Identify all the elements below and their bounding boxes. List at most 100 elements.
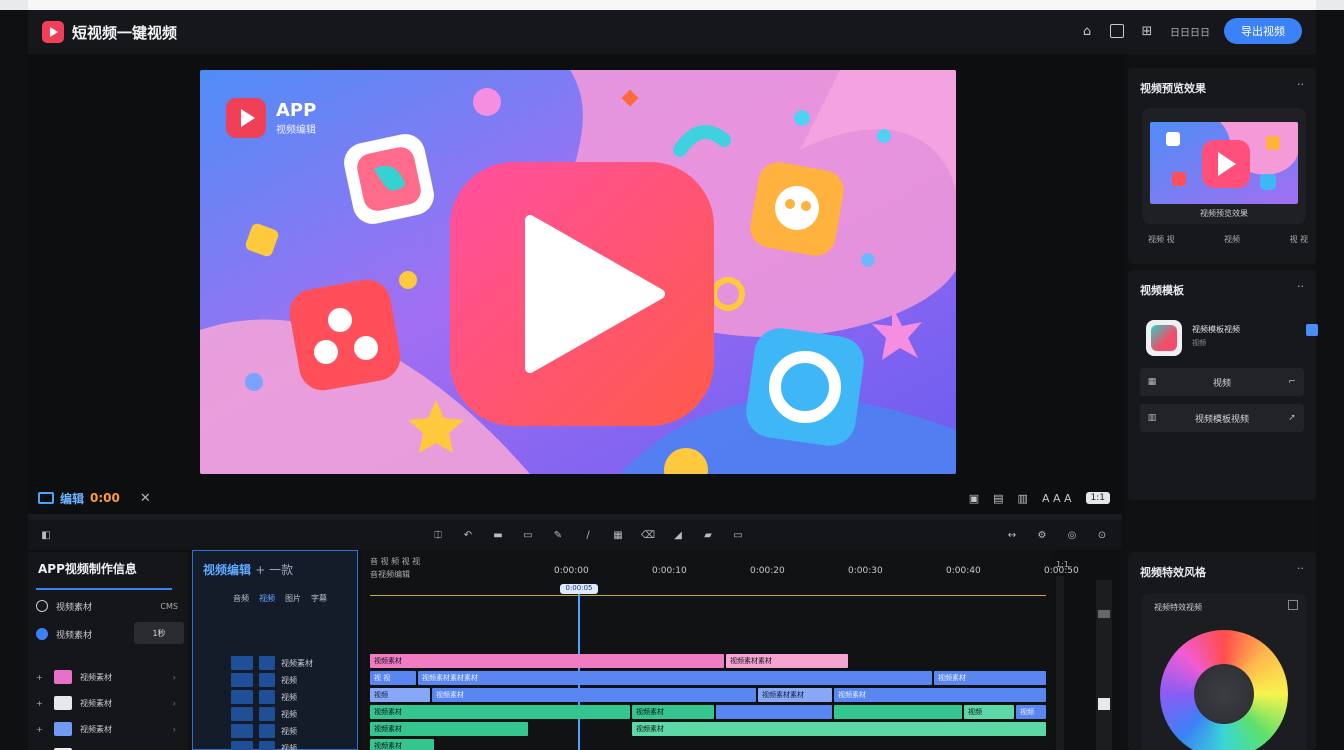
color-wheel-panel: 视频特效视频 [1142, 594, 1306, 750]
timeline-clip[interactable]: 视频 [370, 688, 430, 702]
plus-icon[interactable]: + [36, 699, 48, 708]
timeline-clip[interactable]: 视频素材 [632, 705, 714, 719]
timeline-clip[interactable]: 视频素材 [370, 722, 528, 736]
timeline-clip[interactable] [834, 705, 962, 719]
more-icon[interactable]: ·· [1297, 562, 1304, 575]
timeline-clip[interactable]: 视 视 [370, 671, 416, 685]
expand-icon[interactable] [1288, 600, 1298, 610]
template-toggle[interactable] [1306, 324, 1318, 336]
effect-thumb [259, 673, 275, 687]
timeline-clip[interactable]: 视频素材 [432, 688, 756, 702]
close-icon[interactable]: ✕ [140, 491, 151, 506]
ruler-time-label: 0:00:40 [946, 566, 981, 576]
color-wheel[interactable] [1160, 630, 1288, 750]
pen-icon[interactable]: ∕ [580, 527, 596, 543]
timeline-clip[interactable]: 视频素材 [834, 688, 1046, 702]
edit-label[interactable]: 编辑 [60, 490, 84, 507]
effect-label: 视频素材 [281, 658, 313, 668]
effects-column-tab[interactable]: 音频 [233, 593, 249, 604]
timeline-scrollbar[interactable] [1096, 580, 1112, 750]
video-canvas[interactable]: APP 视频编辑 [200, 70, 956, 474]
preview-action-1[interactable]: 视频 视 [1148, 234, 1175, 245]
timeline-clip[interactable]: 视频素材 [370, 739, 434, 750]
ruler-time-label: 0:00:10 [652, 566, 687, 576]
duration-chip[interactable]: 1秒 [134, 622, 184, 644]
media-item[interactable]: +视频素材› [36, 692, 186, 714]
timeline-vertical-scroll[interactable] [1056, 576, 1064, 750]
effects-row[interactable]: 视频素材 [231, 655, 355, 671]
screen-record-icon[interactable]: ▭ [730, 527, 746, 543]
timeline-clip[interactable]: 视频素材素材 [726, 654, 848, 668]
more-icon[interactable]: ·· [1297, 78, 1304, 91]
template-app-icon[interactable] [1146, 320, 1182, 356]
scroll-handle[interactable] [1098, 698, 1110, 710]
preview-thumbnail-card[interactable]: 视频预览效果 [1142, 108, 1306, 224]
address-bar[interactable] [28, 0, 1316, 10]
effect-label: 视频 [281, 743, 297, 750]
undo-icon[interactable]: ↶ [460, 527, 476, 543]
settings-icon[interactable]: ⚙ [1034, 527, 1050, 543]
ratio-badge[interactable]: 1:1 [1085, 492, 1110, 504]
media-icon[interactable]: ▰ [700, 527, 716, 543]
style-card-title: 视频特效风格 [1140, 566, 1206, 579]
subtitle-icon[interactable]: ▣ [969, 492, 979, 505]
zoom-icon[interactable]: ◎ [1064, 527, 1080, 543]
film-icon[interactable]: ▦ [610, 527, 626, 543]
media-item[interactable]: +视频素材› [36, 718, 186, 740]
keyboard-icon[interactable]: ▤ [993, 492, 1003, 505]
delete-icon[interactable]: ⌫ [640, 527, 656, 543]
scroll-thumb[interactable] [1098, 610, 1110, 618]
effects-column-tab[interactable]: 字幕 [311, 593, 327, 604]
effects-row[interactable]: 视频 [231, 672, 355, 688]
effects-row[interactable]: 视频 [231, 723, 355, 739]
plus-icon[interactable]: + [36, 725, 48, 734]
camera-icon[interactable]: ◧ [38, 527, 54, 543]
export-button[interactable]: 导出视频 [1224, 18, 1302, 44]
effect-thumb [231, 673, 253, 687]
template-button-1[interactable]: ▦ 视频 ⌐ [1140, 368, 1304, 396]
playhead-knob[interactable]: 0:00:05 [560, 584, 598, 594]
timeline-clip[interactable] [716, 705, 832, 719]
effect-label: 视频 [281, 709, 297, 719]
timeline-clip[interactable]: 视频素材素材素材 [418, 671, 932, 685]
window-icon[interactable] [1110, 24, 1124, 38]
effects-row[interactable]: 视频 [231, 740, 355, 750]
preview-action-2[interactable]: 视频 [1224, 234, 1240, 245]
template-button-2[interactable]: ▥ 视频模板视频 ➚ [1140, 404, 1304, 432]
eraser-icon[interactable]: ◢ [670, 527, 686, 543]
effects-column-tab[interactable]: 视频 [259, 593, 275, 604]
frame-icon[interactable]: ▭ [520, 527, 536, 543]
media-row-1[interactable]: 视频素材 CMS [36, 596, 186, 616]
screen-icon[interactable] [38, 492, 54, 504]
arrows-icon[interactable]: ↔ [1004, 527, 1020, 543]
effects-column-tab[interactable]: 图片 [285, 593, 301, 604]
text-controls[interactable]: A A A [1042, 492, 1072, 505]
media-item[interactable]: +视频素材› [36, 666, 186, 688]
timeline-clip[interactable]: 视频素材 [632, 722, 1046, 736]
preview-action-3[interactable]: 视 视 [1289, 234, 1308, 245]
timeline-clip[interactable]: 视频素材素材 [758, 688, 832, 702]
split-icon[interactable]: ⎅ [430, 527, 446, 543]
effects-row[interactable]: 视频 [231, 706, 355, 722]
layout-icon[interactable]: ⊞ [1138, 22, 1156, 40]
crop-icon[interactable]: ▬ [490, 527, 506, 543]
chevron-right-icon: › [172, 698, 176, 708]
effect-label: 视频 [281, 692, 297, 702]
brush-icon[interactable]: ✎ [550, 527, 566, 543]
lock-icon[interactable]: ⌂ [1078, 22, 1096, 40]
plus-icon[interactable]: + [36, 673, 48, 682]
timeline-clip[interactable]: 视频 [1016, 705, 1046, 719]
timeline-clip[interactable]: 视频 [964, 705, 1014, 719]
media-item[interactable]: +视频素材› [36, 744, 186, 750]
playhead[interactable] [578, 586, 580, 750]
timeline-clip[interactable]: 视频素材 [370, 705, 630, 719]
effects-row[interactable]: 视频 [231, 689, 355, 705]
effect-thumb [259, 707, 275, 721]
thumbnail-art [1150, 122, 1298, 204]
more-icon[interactable]: ·· [1297, 280, 1304, 293]
timeline-ruler[interactable] [370, 588, 1046, 596]
chart-icon[interactable]: ▥ [1018, 492, 1028, 505]
timeline-clip[interactable]: 视频素材 [934, 671, 1046, 685]
timeline-clip[interactable]: 视频素材 [370, 654, 724, 668]
fit-icon[interactable]: ⊙ [1094, 527, 1110, 543]
